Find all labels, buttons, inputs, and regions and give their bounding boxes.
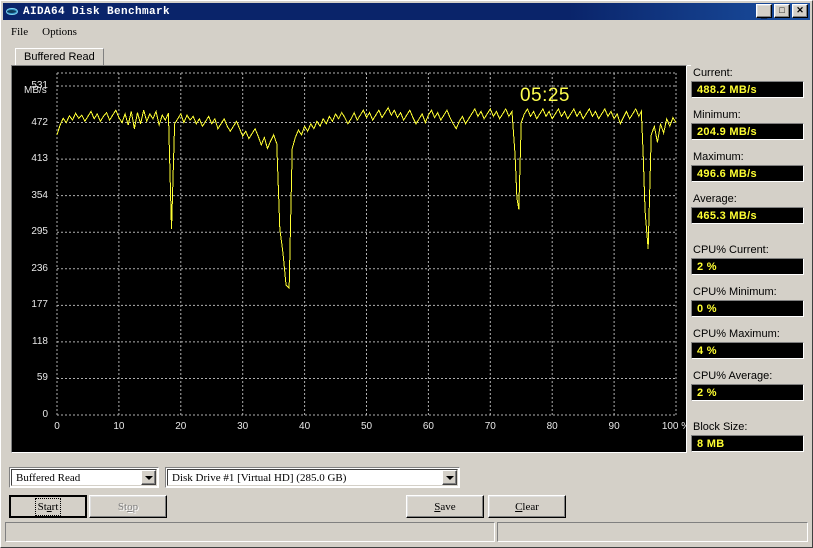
start-button-label: Start [34, 497, 62, 516]
readout-average-label: Average: [693, 193, 737, 205]
y-tick-label: 236 [31, 262, 48, 274]
readout-maximum-label: Maximum: [693, 151, 744, 163]
chart-plot-area: MB/s 05:25 0 59 118 177 236 295 354 413 472 531 0… [12, 66, 686, 452]
readout-current-label: Current: [693, 67, 733, 79]
y-tick-label: 0 [42, 409, 48, 420]
y-tick-label: 413 [31, 153, 48, 165]
start-button[interactable]: Start [9, 495, 87, 518]
chevron-down-icon [445, 475, 454, 480]
window-title: AIDA64 Disk Benchmark [23, 5, 171, 18]
maximize-button[interactable]: □ [774, 4, 790, 18]
readout-cpu-minimum-label: CPU% Minimum: [693, 286, 777, 298]
readout-separator [691, 235, 804, 244]
readout-minimum: Minimum: 204.9 MB/s [691, 109, 804, 140]
minimize-button[interactable]: _ [756, 4, 772, 20]
readout-cpu-maximum: CPU% Maximum: 4 % [691, 328, 804, 359]
title-bar: AIDA64 Disk Benchmark _ □ ✕ [3, 3, 810, 20]
disk-icon [5, 5, 19, 18]
x-tick-label: 40 [299, 421, 311, 432]
clear-button-label: Clear [515, 500, 539, 513]
status-panel-right [497, 522, 808, 542]
status-bar [5, 522, 808, 542]
readout-block-size: Block Size: 8 MB [691, 421, 804, 452]
x-tick-label: 10 [113, 421, 125, 432]
close-button[interactable]: ✕ [792, 4, 808, 18]
y-tick-label: 472 [31, 116, 48, 128]
tab-buffered-read[interactable]: Buffered Read [15, 48, 104, 66]
x-tick-label: 30 [237, 421, 249, 432]
x-tick-label: 70 [484, 421, 496, 432]
elapsed-timer: 05:25 [519, 85, 570, 106]
benchmark-chart-panel: MB/s 05:25 0 59 118 177 236 295 354 413 472 531 0… [11, 65, 687, 453]
menu-item-options[interactable]: Options [35, 25, 84, 39]
y-tick-label: 354 [31, 189, 48, 201]
readout-cpu-maximum-label: CPU% Maximum: [693, 328, 780, 340]
readout-current-value: 488.2 MB/s [691, 81, 804, 98]
readout-cpu-average-label: CPU% Average: [693, 370, 773, 382]
y-tick-label: 118 [32, 335, 48, 347]
test-type-combo-value: Buffered Read [16, 471, 81, 484]
readout-separator-2 [691, 412, 804, 421]
x-tick-label: 50 [360, 421, 373, 432]
y-tick-label: 177 [31, 299, 48, 311]
readout-average-value: 465.3 MB/s [691, 207, 804, 224]
close-icon: ✕ [796, 5, 804, 15]
chevron-down-icon [144, 475, 153, 480]
x-tick-label: 60 [422, 421, 434, 432]
clear-button[interactable]: Clear [488, 495, 566, 518]
y-tick-label: 531 [31, 80, 48, 91]
readout-panel: Current: 488.2 MB/s Minimum: 204.9 MB/s … [691, 67, 804, 463]
drive-select-combo-arrow[interactable] [442, 470, 457, 485]
readout-maximum: Maximum: 496.6 MB/s [691, 151, 804, 182]
readout-cpu-minimum: CPU% Minimum: 0 % [691, 286, 804, 317]
maximize-icon: □ [779, 5, 785, 15]
minimize-icon: _ [760, 8, 768, 20]
readout-minimum-label: Minimum: [693, 109, 741, 121]
readout-cpu-current: CPU% Current: 2 % [691, 244, 804, 275]
x-tick-label: 100 % [661, 421, 686, 432]
app-window: AIDA64 Disk Benchmark _ □ ✕ File Options… [0, 0, 813, 548]
readout-average: Average: 465.3 MB/s [691, 193, 804, 224]
readout-current: Current: 488.2 MB/s [691, 67, 804, 98]
stop-button-label: Stop [117, 500, 139, 513]
menu-bar: File Options [4, 23, 84, 40]
x-tick-label: 90 [608, 421, 620, 432]
readout-block-size-value: 8 MB [691, 435, 804, 452]
test-type-combo-arrow[interactable] [141, 470, 156, 485]
readout-cpu-average: CPU% Average: 2 % [691, 370, 804, 401]
readout-cpu-current-label: CPU% Current: [693, 244, 769, 256]
tab-strip: Buffered Read [11, 48, 691, 66]
save-button[interactable]: Save [406, 495, 484, 518]
drive-select-combo-value: Disk Drive #1 [Virtual HD] (285.0 GB) [172, 471, 347, 484]
window-buttons: _ □ ✕ [756, 4, 808, 20]
save-button-label: Save [434, 500, 456, 513]
readout-cpu-average-value: 2 % [691, 384, 804, 401]
test-type-combo[interactable]: Buffered Read [9, 467, 159, 488]
readout-block-size-label: Block Size: [693, 421, 748, 433]
x-tick-label: 0 [54, 421, 60, 432]
readout-cpu-current-value: 2 % [691, 258, 804, 275]
x-tick-label: 80 [546, 421, 558, 432]
x-tick-label: 20 [175, 421, 187, 432]
readout-maximum-value: 496.6 MB/s [691, 165, 804, 182]
status-panel-left [5, 522, 495, 542]
readout-cpu-minimum-value: 0 % [691, 300, 804, 317]
y-tick-label: 295 [31, 226, 48, 238]
readout-minimum-value: 204.9 MB/s [691, 123, 804, 140]
readout-cpu-maximum-value: 4 % [691, 342, 804, 359]
menu-item-file[interactable]: File [4, 25, 35, 39]
y-tick-label: 59 [36, 372, 48, 384]
chart-canvas [56, 72, 677, 416]
drive-select-combo[interactable]: Disk Drive #1 [Virtual HD] (285.0 GB) [165, 467, 460, 488]
stop-button[interactable]: Stop [89, 495, 167, 518]
